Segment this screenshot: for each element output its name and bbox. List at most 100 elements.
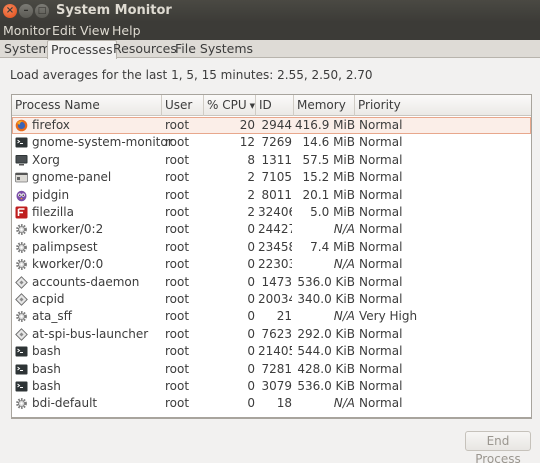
table-row[interactable]: accounts-daemon root 0 1473 536.0 KiB Normal <box>12 274 531 291</box>
table-row[interactable]: ata_sff root 0 21 N/A Very High <box>12 308 531 325</box>
priority-cell: Normal <box>359 135 403 150</box>
memory-cell: 544.0 KiB <box>297 344 355 359</box>
menu-monitor[interactable]: Monitor <box>3 23 51 38</box>
user-cell: root <box>165 205 190 219</box>
terminal-icon <box>15 345 28 358</box>
tab-resources[interactable]: Resources <box>110 40 180 58</box>
menu-help[interactable]: Help <box>112 23 141 38</box>
table-row[interactable]: acpid root 020034 340.0 KiB Normal <box>12 291 531 308</box>
tab-file-systems[interactable]: File Systems <box>172 40 256 58</box>
process-table[interactable]: Process Name User % CPU ▼ ID Memory Prior… <box>11 94 532 418</box>
gear-icon <box>15 310 28 323</box>
column-header-id[interactable]: ID <box>256 95 294 116</box>
process-name-cell: pidgin <box>32 187 70 202</box>
table-row[interactable]: gnome-system-monitor root 12 7269 14.6 MiB No… <box>12 134 531 151</box>
priority-cell: Very High <box>359 309 418 324</box>
column-header-memory[interactable]: Memory <box>294 95 355 116</box>
cpu-cell: 0 <box>247 396 255 411</box>
table-row[interactable]: pidgin root 2 8011 20.1 MiB Normal <box>12 187 531 204</box>
table-row[interactable]: bdi-default root 0 18 N/A Normal <box>12 395 531 412</box>
menu-edit[interactable]: Edit <box>52 23 76 38</box>
process-name-cell: bdi-default <box>32 396 98 411</box>
user-cell: root <box>165 239 190 254</box>
close-window-button[interactable]: × <box>3 4 17 18</box>
cpu-cell: 12 <box>239 135 255 150</box>
cpu-cell: 20 <box>239 118 255 132</box>
pid-cell: 18 <box>276 396 292 411</box>
terminal-icon <box>15 363 28 376</box>
user-cell: root <box>165 222 190 237</box>
sort-descending-icon: ▼ <box>249 101 256 110</box>
table-row[interactable]: kworker/0:0 root 022303 N/A Normal <box>12 256 531 273</box>
cpu-cell: 8 <box>247 152 255 167</box>
process-name-cell: filezilla <box>32 205 74 219</box>
memory-cell: 5.0 MiB <box>310 205 355 219</box>
table-row[interactable]: bash root 021405 544.0 KiB Normal <box>12 343 531 360</box>
table-row[interactable]: gnome-panel root 2 7105 15.2 MiB Normal <box>12 169 531 186</box>
priority-cell: Normal <box>359 187 403 202</box>
cpu-cell: 0 <box>247 222 255 237</box>
memory-cell: 14.6 MiB <box>302 135 355 150</box>
minimize-window-button[interactable]: – <box>19 4 33 18</box>
process-name-cell: Xorg <box>32 152 60 167</box>
cpu-cell: 0 <box>247 379 255 393</box>
monitor-icon <box>15 154 28 167</box>
window-title: System Monitor <box>56 3 172 18</box>
pid-cell: 32406 <box>258 205 292 219</box>
table-row[interactable]: filezilla root 232406 5.0 MiB Normal <box>12 204 531 221</box>
end-process-button[interactable]: End Process <box>465 431 531 463</box>
user-cell: root <box>165 274 190 289</box>
user-cell: root <box>165 187 190 202</box>
column-header-user[interactable]: User <box>162 95 204 116</box>
table-row[interactable]: kworker/0:2 root 024427 N/A Normal <box>12 221 531 238</box>
column-header-priority[interactable]: Priority <box>355 95 531 116</box>
priority-cell: Normal <box>359 205 403 219</box>
gear-icon <box>15 241 28 254</box>
cpu-cell: 0 <box>247 292 255 306</box>
maximize-window-button[interactable]: □ <box>35 4 49 18</box>
memory-cell: 536.0 KiB <box>297 274 355 289</box>
user-cell: root <box>165 152 190 167</box>
user-cell: root <box>165 309 190 324</box>
user-cell: root <box>165 292 190 306</box>
column-header-cpu[interactable]: % CPU ▼ <box>204 95 256 116</box>
priority-cell: Normal <box>359 361 403 376</box>
pid-cell: 21 <box>276 309 292 324</box>
table-row[interactable]: firefox root 20 2944 416.9 MiB Normal <box>12 117 531 135</box>
menu-view[interactable]: View <box>80 23 110 38</box>
menu-bar: Monitor Edit View Help <box>0 22 540 40</box>
tab-processes[interactable]: Processes <box>47 40 117 59</box>
table-row[interactable]: palimpsest root 023458 7.4 MiB Normal <box>12 239 531 256</box>
column-header-process-name[interactable]: Process Name <box>12 95 162 116</box>
table-header: Process Name User % CPU ▼ ID Memory Prior… <box>12 95 531 116</box>
process-name-cell: bash <box>32 344 61 359</box>
table-row[interactable]: bash root 0 3079 536.0 KiB Normal <box>12 378 531 395</box>
process-name-cell: bash <box>32 361 61 376</box>
diamond-icon <box>15 293 28 306</box>
process-name-cell: kworker/0:2 <box>32 222 104 237</box>
table-row[interactable]: Xorg root 8 1311 57.5 MiB Normal <box>12 152 531 169</box>
process-name-cell: gnome-system-monitor <box>32 135 173 150</box>
process-name-cell: accounts-daemon <box>32 274 140 289</box>
firefox-icon <box>15 119 28 132</box>
memory-cell: 416.9 MiB <box>295 118 355 132</box>
cpu-cell: 0 <box>247 274 255 289</box>
column-label: ID <box>259 98 272 112</box>
table-bottom-border <box>11 418 532 419</box>
process-name-cell: palimpsest <box>32 239 98 254</box>
table-row[interactable]: bash root 0 7281 428.0 KiB Normal <box>12 361 531 378</box>
memory-cell: 20.1 MiB <box>302 187 355 202</box>
column-label: Memory <box>297 98 346 112</box>
cpu-cell: 0 <box>247 344 255 359</box>
column-label: Priority <box>358 98 401 112</box>
column-label: User <box>165 98 193 112</box>
pid-cell: 1473 <box>261 274 292 289</box>
pid-cell: 7105 <box>261 170 292 185</box>
table-row[interactable]: at-spi-bus-launcher root 0 7623 292.0 KiB Nor… <box>12 326 531 343</box>
priority-cell: Normal <box>359 326 403 341</box>
cpu-cell: 2 <box>247 170 255 185</box>
title-bar: × – □ System Monitor <box>0 0 540 22</box>
memory-cell: 15.2 MiB <box>302 170 355 185</box>
tab-system[interactable]: System <box>1 40 54 58</box>
diamond-icon <box>15 327 28 341</box>
